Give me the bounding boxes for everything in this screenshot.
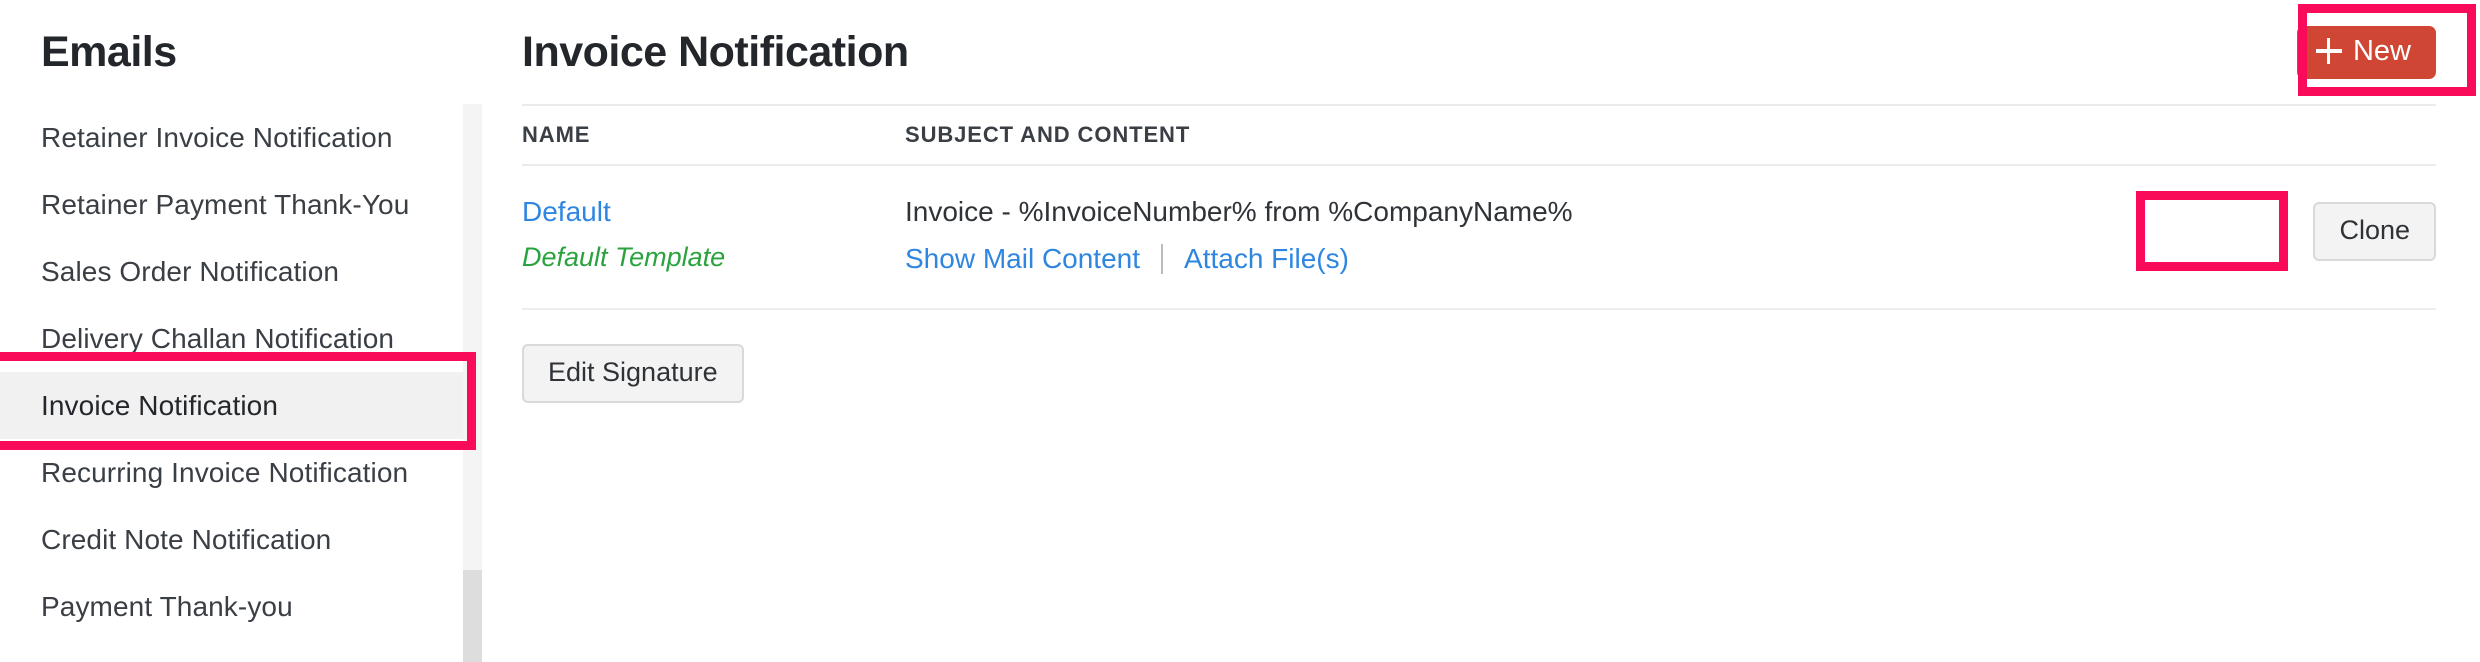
sidebar-item-label: Payment Thank-you [41,590,293,622]
sidebar-item-sales-order-notification[interactable]: Sales Order Notification [0,238,463,305]
column-header-name: NAME [522,122,591,147]
sidebar-item-retainer-invoice-notification[interactable]: Retainer Invoice Notification [0,104,463,171]
page-title: Invoice Notification [522,27,909,76]
table-row: Default Default Template Invoice - %Invo… [522,166,2436,310]
sidebar-item-label: Sales Order Notification [41,255,340,287]
attach-files-link[interactable]: Attach File(s) [1184,245,1349,273]
sidebar-item-label: Credit Note Notification [41,523,332,555]
main-content: Invoice Notification New NAME SUBJECT AN… [482,0,2480,662]
sidebar-item-recurring-invoice-notification[interactable]: Recurring Invoice Notification [0,439,463,506]
templates-table: NAME SUBJECT AND CONTENT Default Default… [482,104,2480,310]
sidebar-item-label: Recurring Invoice Notification [41,456,409,488]
default-template-badge: Default Template [522,242,726,272]
sidebar-item-credit-note-notification[interactable]: Credit Note Notification [0,506,463,573]
sidebar: Emails Retainer Invoice Notification Ret… [0,0,484,662]
footer-actions: Edit Signature [482,310,2480,403]
sidebar-title: Emails [41,27,177,76]
sidebar-scrollbar-thumb[interactable] [463,570,482,662]
column-header-subject: SUBJECT AND CONTENT [905,122,1191,147]
new-button-wrapper: New [2296,25,2436,79]
sidebar-item-retainer-payment-thank-you[interactable]: Retainer Payment Thank-You [0,171,463,238]
sidebar-item-delivery-challan-notification[interactable]: Delivery Challan Notification [0,305,463,372]
template-name-link[interactable]: Default [522,198,905,226]
plus-icon [2315,38,2342,64]
sidebar-header: Emails [0,0,482,104]
show-mail-content-link[interactable]: Show Mail Content [905,245,1140,273]
link-separator [1161,244,1164,274]
sidebar-item-label: Invoice Notification [41,389,279,421]
new-button[interactable]: New [2296,25,2436,79]
sidebar-item-label: Retainer Invoice Notification [41,121,393,153]
clone-button[interactable]: Clone [2313,202,2436,261]
sidebar-item-invoice-notification[interactable]: Invoice Notification [0,372,463,439]
sidebar-list: Retainer Invoice Notification Retainer P… [0,104,482,640]
cell-action: Clone [2136,198,2436,261]
row-links: Show Mail Content Attach File(s) [905,244,2136,274]
main-header: Invoice Notification New [482,0,2480,104]
subject-text: Invoice - %InvoiceNumber% from %CompanyN… [905,196,1573,227]
sidebar-item-label: Delivery Challan Notification [41,322,395,354]
new-button-label: New [2352,34,2411,67]
cell-subject: Invoice - %InvoiceNumber% from %CompanyN… [905,198,2136,274]
table-header-row: NAME SUBJECT AND CONTENT [522,104,2436,166]
sidebar-item-label: Retainer Payment Thank-You [41,188,410,220]
app-root: Emails Retainer Invoice Notification Ret… [0,0,2480,662]
edit-signature-button[interactable]: Edit Signature [522,344,744,403]
cell-name: Default Default Template [522,198,905,271]
sidebar-item-payment-thank-you[interactable]: Payment Thank-you [0,573,463,640]
